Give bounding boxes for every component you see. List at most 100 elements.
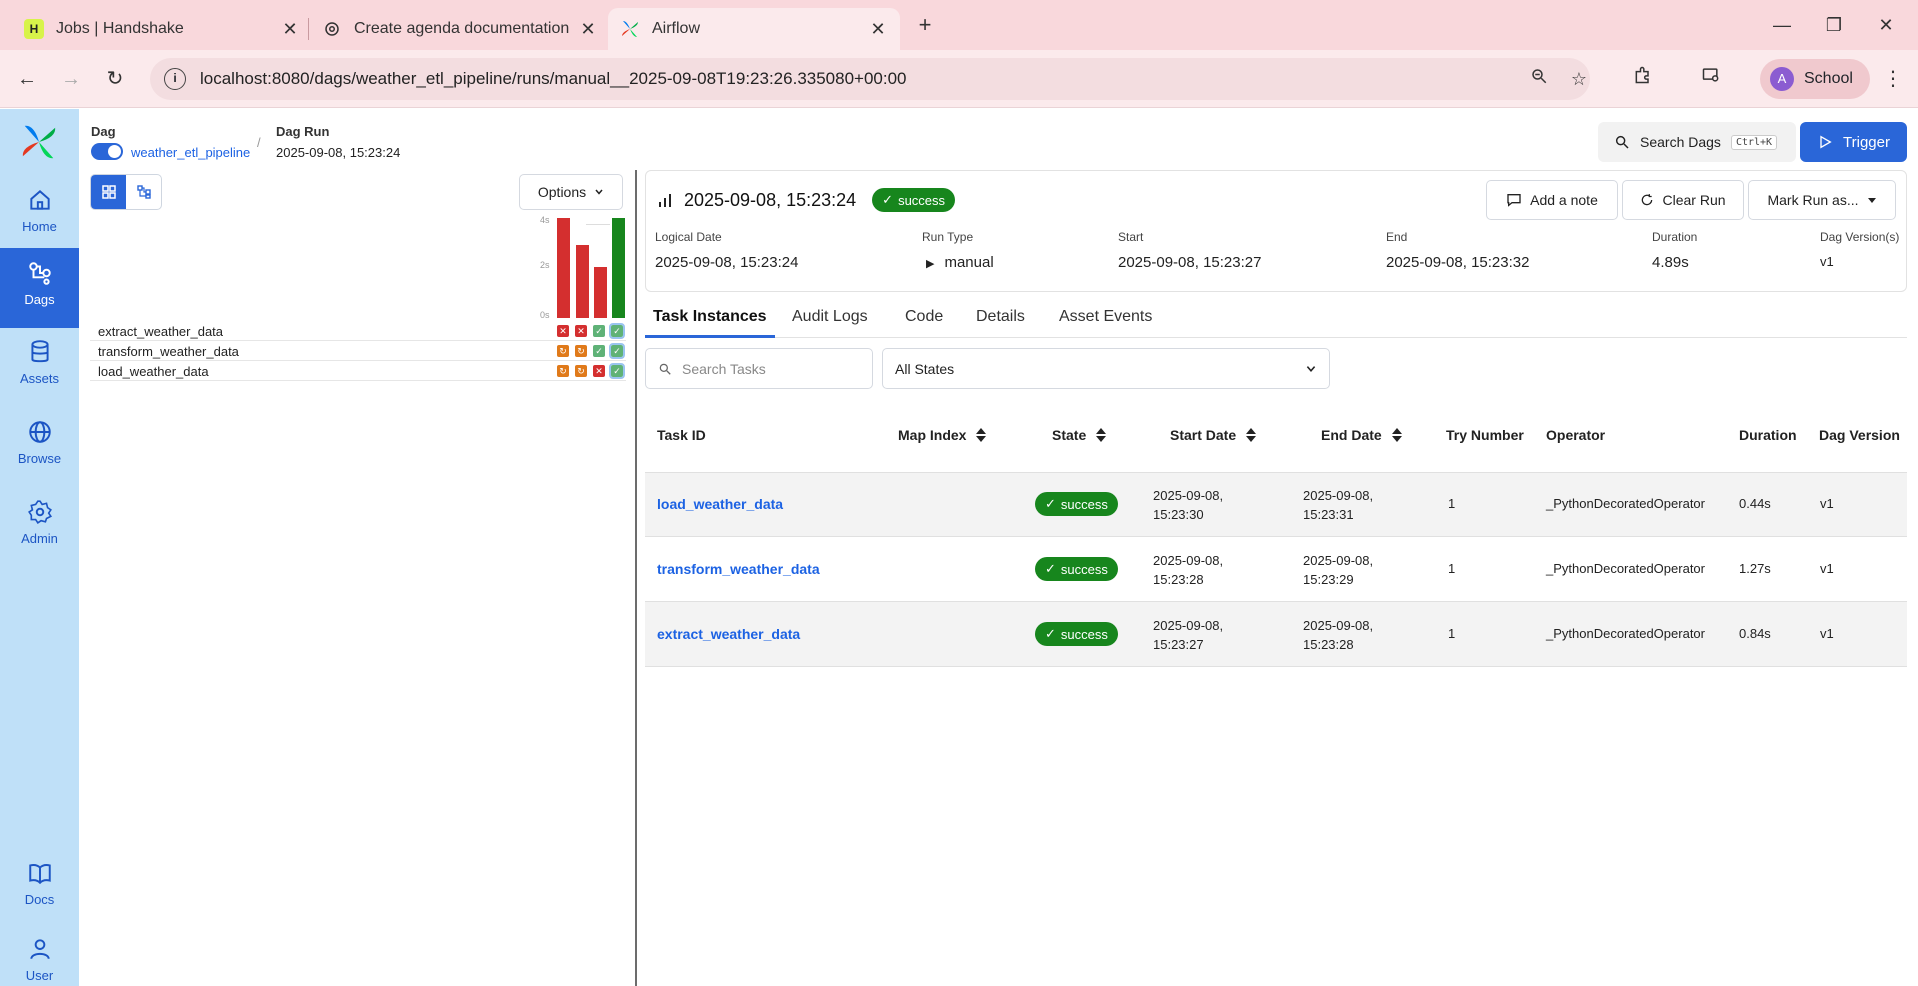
task-instance-cell[interactable]: ↻ <box>557 345 569 357</box>
tab-code[interactable]: Code <box>905 308 943 326</box>
options-button[interactable]: Options <box>519 174 623 210</box>
clear-run-button[interactable]: Clear Run <box>1622 180 1744 220</box>
search-dags-button[interactable]: Search Dags Ctrl+K <box>1598 122 1796 162</box>
forward-icon[interactable]: → <box>54 62 88 96</box>
back-icon[interactable]: ← <box>10 62 44 96</box>
end-date: 2025-09-08, <box>1303 618 1374 633</box>
grid-task-name[interactable]: load_weather_data <box>98 364 209 379</box>
mark-run-as-button[interactable]: Mark Run as... <box>1748 180 1896 220</box>
end-date: 2025-09-08, <box>1303 553 1374 568</box>
grid-view-button[interactable] <box>91 175 126 209</box>
view-toggle-group <box>90 174 162 210</box>
run-duration-bar[interactable] <box>594 267 607 318</box>
extensions-icon[interactable] <box>1626 62 1660 96</box>
task-instance-cell[interactable]: ✕ <box>593 365 605 377</box>
sidebar-item-home[interactable]: Home <box>0 175 79 255</box>
state-filter-select[interactable]: All States <box>882 348 1330 389</box>
duration-label: Duration <box>1652 230 1698 244</box>
sidebar-item-admin[interactable]: Admin <box>0 487 79 567</box>
tab-details[interactable]: Details <box>976 308 1025 326</box>
task-instance-cell[interactable]: ✓ <box>593 345 605 357</box>
search-icon <box>1615 135 1629 149</box>
sidebar-item-browse[interactable]: Browse <box>0 407 79 487</box>
trigger-button[interactable]: Trigger <box>1800 122 1907 162</box>
new-tab-button[interactable]: + <box>912 12 938 38</box>
task-instance-cell[interactable]: ✓ <box>609 343 625 359</box>
task-id-link[interactable]: transform_weather_data <box>657 561 820 577</box>
note-icon <box>1507 194 1521 207</box>
check-icon: ✓ <box>1045 561 1056 576</box>
task-id-link[interactable]: extract_weather_data <box>657 626 800 642</box>
breadcrumb-dag-label: Dag <box>91 124 116 139</box>
close-icon[interactable]: ✕ <box>868 19 888 40</box>
column-header-start-date[interactable]: Start Date <box>1170 427 1257 443</box>
reload-icon[interactable]: ↻ <box>98 62 132 96</box>
site-info-icon[interactable]: i <box>164 68 186 90</box>
media-search-icon[interactable] <box>1694 62 1728 96</box>
profile-button[interactable]: A School <box>1760 59 1870 99</box>
column-header-dag-version[interactable]: Dag Version <box>1819 427 1900 443</box>
duration-cell: 1.27s <box>1739 561 1771 576</box>
column-label: Operator <box>1546 427 1606 443</box>
column-header-task-id[interactable]: Task ID <box>657 427 706 443</box>
column-header-duration[interactable]: Duration <box>1739 427 1797 443</box>
task-instance-cell[interactable]: ✓ <box>593 325 605 337</box>
grid-task-name[interactable]: transform_weather_data <box>98 344 239 359</box>
task-instance-cell[interactable]: ✓ <box>609 323 625 339</box>
task-instance-cell[interactable]: ↻ <box>575 365 587 377</box>
bookmark-star-icon[interactable]: ☆ <box>1562 62 1596 96</box>
sidebar-item-assets[interactable]: Assets <box>0 327 79 407</box>
zoom-icon[interactable] <box>1522 62 1556 96</box>
add-note-button[interactable]: Add a note <box>1486 180 1618 220</box>
run-duration-bar[interactable] <box>576 245 589 318</box>
sidebar-item-docs[interactable]: Docs <box>0 848 79 928</box>
airflow-logo[interactable] <box>20 123 58 161</box>
column-header-end-date[interactable]: End Date <box>1321 427 1402 443</box>
task-instance-cell[interactable]: ✕ <box>557 325 569 337</box>
restore-icon[interactable]: ❐ <box>1814 10 1854 40</box>
grid-task-name[interactable]: extract_weather_data <box>98 324 223 339</box>
tab-audit-logs[interactable]: Audit Logs <box>792 308 868 326</box>
sidebar-item-dags[interactable]: Dags <box>0 248 79 328</box>
task-instance-cell[interactable]: ↻ <box>575 345 587 357</box>
task-instance-cell[interactable]: ↻ <box>557 365 569 377</box>
sidebar-item-user[interactable]: User <box>0 924 79 986</box>
grid-task-row[interactable]: extract_weather_data ✕ ✕ ✓ ✓ <box>90 321 626 341</box>
grid-task-row[interactable]: load_weather_data ↻ ↻ ✕ ✓ <box>90 361 626 381</box>
task-instance-cell[interactable]: ✕ <box>575 325 587 337</box>
start-date: 2025-09-08, <box>1153 488 1224 503</box>
browser-tab-airflow[interactable]: Airflow ✕ <box>608 8 900 50</box>
end-time: 15:23:31 <box>1303 507 1354 522</box>
browser-tab-handshake[interactable]: H Jobs | Handshake ✕ <box>12 8 312 50</box>
run-duration-bar[interactable] <box>612 218 625 318</box>
column-header-state[interactable]: State <box>1052 427 1107 443</box>
breadcrumb-dag-link[interactable]: weather_etl_pipeline <box>131 145 250 160</box>
close-icon[interactable]: ✕ <box>578 19 598 40</box>
column-header-try-number[interactable]: Try Number <box>1446 427 1524 443</box>
minimize-icon[interactable]: — <box>1762 10 1802 40</box>
task-id-link[interactable]: load_weather_data <box>657 496 783 512</box>
browser-tab-chatgpt[interactable]: Create agenda documentation ✕ <box>310 8 610 50</box>
panel-resize-handle[interactable] <box>635 170 637 986</box>
address-bar[interactable]: i localhost:8080/dags/weather_etl_pipeli… <box>150 58 1590 100</box>
grid-task-row[interactable]: transform_weather_data ↻ ↻ ✓ ✓ <box>90 341 626 361</box>
browser-menu-icon[interactable]: ⋮ <box>1876 62 1910 96</box>
run-duration-bar[interactable] <box>557 218 570 318</box>
dag-pause-toggle[interactable] <box>91 143 123 160</box>
task-instance-cell[interactable]: ✓ <box>609 363 625 379</box>
logical-date-label: Logical Date <box>655 230 722 244</box>
column-label: Try Number <box>1446 427 1524 443</box>
tab-asset-events[interactable]: Asset Events <box>1059 308 1152 326</box>
window-close-icon[interactable]: ✕ <box>1866 10 1906 40</box>
graph-view-button[interactable] <box>126 175 161 209</box>
duration-axis-label: 0s <box>540 310 550 320</box>
column-header-operator[interactable]: Operator <box>1546 427 1605 443</box>
operator-cell: _PythonDecoratedOperator <box>1546 626 1705 641</box>
tab-separator <box>308 18 309 40</box>
search-tasks-input[interactable]: Search Tasks <box>645 348 873 389</box>
close-icon[interactable]: ✕ <box>280 19 300 40</box>
tab-task-instances[interactable]: Task Instances <box>653 308 767 326</box>
dag-version-cell: v1 <box>1820 496 1834 511</box>
column-header-map-index[interactable]: Map Index <box>898 427 987 443</box>
duration-cell: 0.84s <box>1739 626 1771 641</box>
